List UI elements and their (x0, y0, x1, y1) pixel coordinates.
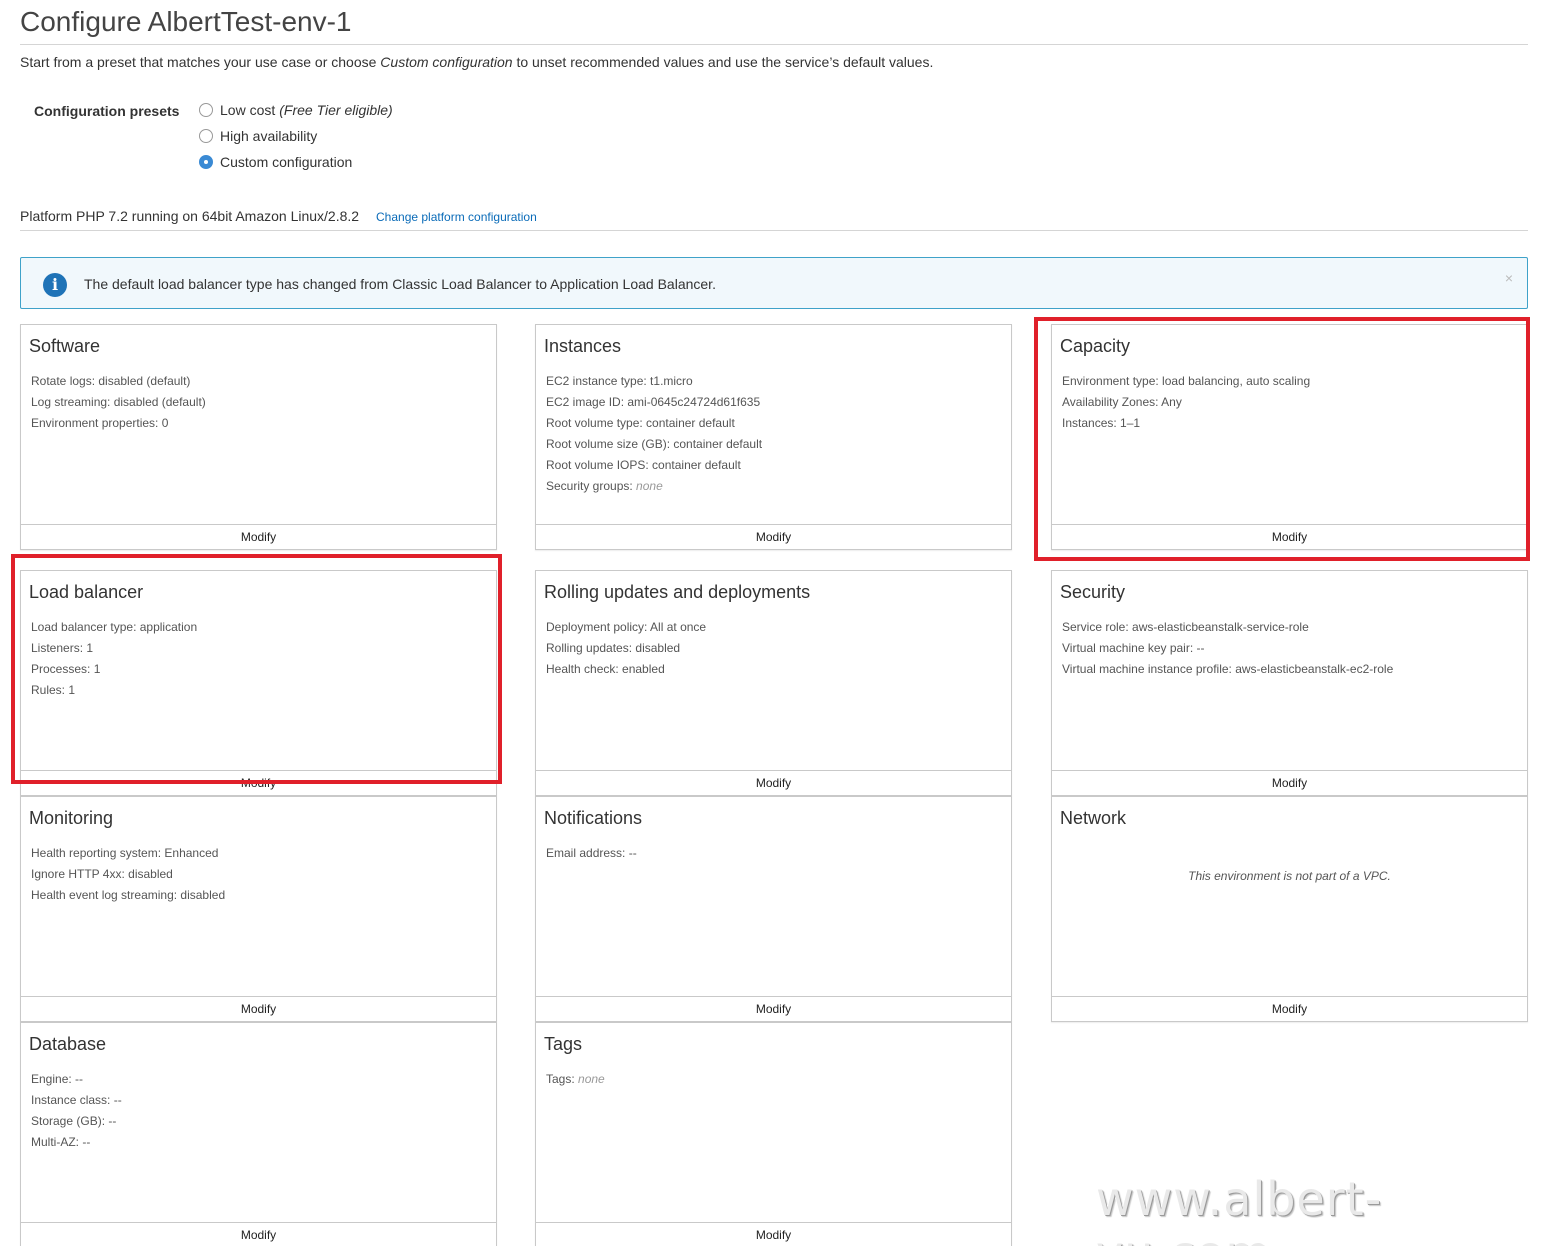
change-platform-link[interactable]: Change platform configuration (376, 210, 537, 224)
modify-database-button[interactable]: Modify (21, 1222, 496, 1246)
card-database: Database Engine: -- Instance class: -- S… (20, 1022, 497, 1246)
close-icon[interactable]: × (1505, 270, 1513, 286)
modify-monitoring-button[interactable]: Modify (21, 996, 496, 1021)
card-title: Notifications (544, 808, 643, 828)
card-details: Tags: none (546, 1069, 605, 1090)
card-network: Network This environment is not part of … (1051, 796, 1528, 1022)
modify-network-button[interactable]: Modify (1052, 996, 1527, 1021)
preset-low-cost-note: (Free Tier eligible) (279, 102, 393, 118)
detail-line: Health event log streaming: disabled (31, 888, 226, 902)
modify-tags-button[interactable]: Modify (536, 1222, 1011, 1246)
modify-notifications-button[interactable]: Modify (536, 996, 1011, 1021)
card-rolling-updates: Rolling updates and deployments Deployme… (535, 570, 1012, 796)
card-tags: Tags Tags: none Modify (535, 1022, 1012, 1246)
preset-custom-configuration[interactable]: Custom configuration (199, 154, 352, 170)
card-title: Instances (544, 336, 622, 356)
detail-line: Health reporting system: Enhanced (31, 846, 219, 860)
radio-low-cost[interactable] (199, 103, 213, 117)
card-details: Email address: -- (546, 843, 637, 864)
detail-line: Virtual machine key pair: -- (1062, 641, 1205, 655)
detail-line: Rolling updates: disabled (546, 641, 681, 655)
card-details: Engine: -- Instance class: -- Storage (G… (31, 1069, 122, 1153)
detail-line: Instance class: -- (31, 1093, 122, 1107)
detail-line: Service role: aws-elasticbeanstalk-servi… (1062, 620, 1309, 634)
card-details: Deployment policy: All at once Rolling u… (546, 617, 706, 680)
detail-line: Storage (GB): -- (31, 1114, 117, 1128)
card-title: Database (29, 1034, 107, 1054)
card-title: Tags (544, 1034, 583, 1054)
watermark: www.albert-yu.com (1096, 1172, 1383, 1246)
platform-divider (20, 230, 1528, 231)
platform-text: Platform PHP 7.2 running on 64bit Amazon… (20, 208, 360, 224)
detail-line: Root volume type: container default (546, 416, 735, 430)
detail-line-tags: Tags: none (546, 1069, 605, 1090)
header-divider (20, 44, 1528, 45)
card-title: Monitoring (29, 808, 114, 828)
detail-line: Rotate logs: disabled (default) (31, 374, 191, 388)
detail-line: Health check: enabled (546, 662, 665, 676)
detail-line: Engine: -- (31, 1072, 84, 1086)
detail-line-security-groups: Security groups: none (546, 476, 762, 497)
card-details: Service role: aws-elasticbeanstalk-servi… (1062, 617, 1393, 680)
detail-line: EC2 image ID: ami-0645c24724d61f635 (546, 395, 761, 409)
modify-instances-button[interactable]: Modify (536, 524, 1011, 549)
card-title: Security (1060, 582, 1126, 602)
intro-text: Start from a preset that matches your us… (20, 54, 933, 70)
detail-line: Ignore HTTP 4xx: disabled (31, 867, 173, 881)
info-icon: i (43, 273, 67, 297)
detail-line: Email address: -- (546, 846, 637, 860)
card-monitoring: Monitoring Health reporting system: Enha… (20, 796, 497, 1022)
preset-custom-configuration-label: Custom configuration (220, 154, 353, 170)
detail-label: Tags: (546, 1072, 579, 1086)
detail-line: EC2 instance type: t1.micro (546, 374, 693, 388)
info-alert: i The default load balancer type has cha… (20, 257, 1528, 309)
card-instances: Instances EC2 instance type: t1.micro EC… (535, 324, 1012, 550)
card-security: Security Service role: aws-elasticbeanst… (1051, 570, 1528, 796)
network-vpc-note: This environment is not part of a VPC. (1188, 869, 1391, 883)
detail-line: Root volume size (GB): container default (546, 437, 763, 451)
detail-line: Virtual machine instance profile: aws-el… (1062, 662, 1394, 676)
card-details: Health reporting system: Enhanced Ignore… (31, 843, 225, 906)
card-notifications: Notifications Email address: -- Modify (535, 796, 1012, 1022)
preset-low-cost-label: Low cost (220, 102, 276, 118)
presets-label: Configuration presets (34, 103, 180, 119)
modify-rolling-updates-button[interactable]: Modify (536, 770, 1011, 795)
intro-after: to unset recommended values and use the … (516, 54, 934, 70)
radio-custom-configuration[interactable] (199, 155, 213, 169)
detail-line: Environment properties: 0 (31, 416, 169, 430)
detail-value: none (578, 1072, 605, 1086)
highlight-box-capacity (1034, 317, 1530, 561)
page-title: Configure AlbertTest-env-1 (20, 6, 352, 37)
modify-software-button[interactable]: Modify (21, 524, 496, 549)
intro-before: Start from a preset that matches your us… (20, 54, 377, 70)
detail-line: Root volume IOPS: container default (546, 458, 741, 472)
card-title: Rolling updates and deployments (544, 582, 811, 602)
detail-line: Log streaming: disabled (default) (31, 395, 206, 409)
card-software: Software Rotate logs: disabled (default)… (20, 324, 497, 550)
preset-low-cost[interactable]: Low cost (Free Tier eligible) (199, 102, 393, 118)
detail-label: Security groups: (546, 479, 637, 493)
highlight-box-load-balancer (11, 554, 502, 784)
preset-high-availability-label: High availability (220, 128, 318, 144)
detail-value: none (636, 479, 663, 493)
card-details: EC2 instance type: t1.micro EC2 image ID… (546, 371, 762, 497)
card-details: Rotate logs: disabled (default) Log stre… (31, 371, 206, 434)
card-title: Software (29, 336, 101, 356)
preset-high-availability[interactable]: High availability (199, 128, 317, 144)
radio-high-availability[interactable] (199, 129, 213, 143)
detail-line: Multi-AZ: -- (31, 1135, 91, 1149)
detail-line: Deployment policy: All at once (546, 620, 707, 634)
alert-text: The default load balancer type has chang… (84, 276, 716, 292)
modify-security-button[interactable]: Modify (1052, 770, 1527, 795)
intro-emphasis: Custom configuration (380, 54, 513, 70)
card-title: Network (1060, 808, 1127, 828)
